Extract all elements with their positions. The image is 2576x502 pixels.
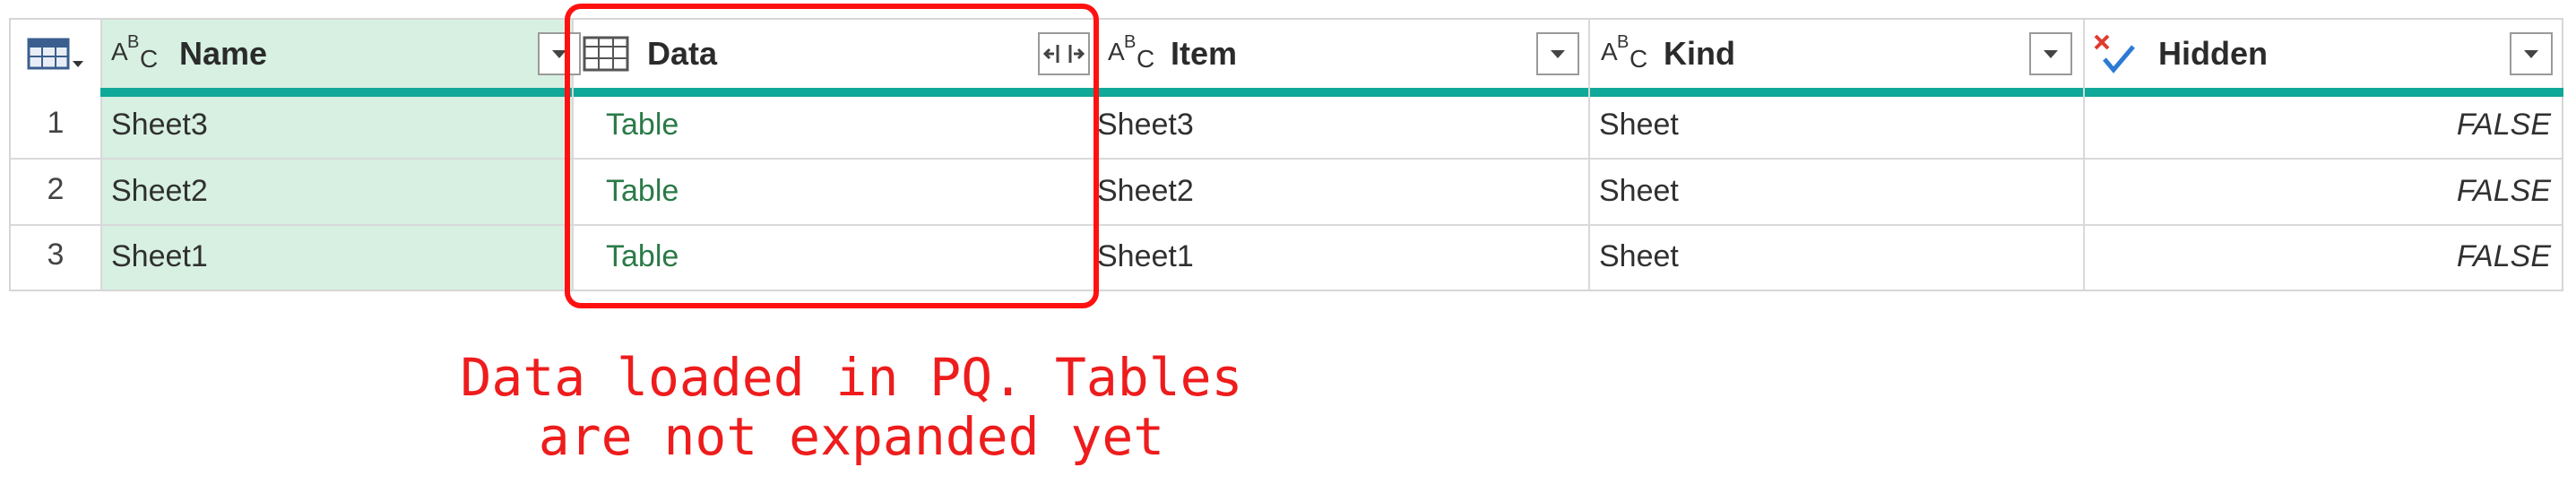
column-header-label: Name <box>179 35 268 72</box>
table-menu-button[interactable] <box>23 34 91 74</box>
column-header-item[interactable]: A B C Item <box>1099 20 1588 88</box>
column-quality-bar-item <box>1099 88 1588 97</box>
row-number: 2 <box>47 172 65 206</box>
abc-text-icon: A B C <box>111 32 159 73</box>
hidden-cell[interactable]: FALSE <box>2085 108 2551 143</box>
row-number: 3 <box>47 238 65 272</box>
column-header-label: Hidden <box>2158 35 2268 72</box>
true-false-icon <box>2094 34 2135 74</box>
item-cell[interactable]: Sheet2 <box>1097 174 1194 209</box>
column-filter-dropdown-hidden[interactable] <box>2510 32 2553 75</box>
kind-cell[interactable]: Sheet <box>1599 239 1679 274</box>
column-header-label: Kind <box>1664 35 1735 72</box>
item-cell[interactable]: Sheet3 <box>1097 108 1194 143</box>
item-cell[interactable]: Sheet1 <box>1097 239 1194 274</box>
row-number: 1 <box>47 106 65 140</box>
chevron-down-icon <box>1551 50 1565 58</box>
chevron-down-icon <box>2524 50 2538 58</box>
column-quality-bar-hidden <box>2085 88 2563 97</box>
annotation-line-1: Data loaded in PQ. Tables <box>460 347 1243 408</box>
data-column-highlight-box <box>565 4 1099 308</box>
column-header-hidden[interactable]: Hidden <box>2085 20 2563 88</box>
annotation-line-2: are not expanded yet <box>538 406 1165 467</box>
column-quality-bar-kind <box>1590 88 2083 97</box>
abc-text-icon: A B C <box>1108 32 1155 73</box>
annotation-callout: Data loaded in PQ. Tables are not expand… <box>448 348 1255 466</box>
kind-cell[interactable]: Sheet <box>1599 108 1679 143</box>
column-header-label: Item <box>1171 35 1238 72</box>
column-filter-dropdown-item[interactable] <box>1536 32 1579 75</box>
table-menu-icon <box>27 38 83 70</box>
column-header-name[interactable]: A B C Name <box>100 20 581 88</box>
name-cell[interactable]: Sheet2 <box>111 174 208 209</box>
column-header-kind[interactable]: A B C Kind <box>1590 20 2083 88</box>
kind-cell[interactable]: Sheet <box>1599 174 1679 209</box>
name-cell[interactable]: Sheet3 <box>111 108 208 143</box>
abc-text-icon: A B C <box>1601 32 1648 73</box>
name-cell[interactable]: Sheet1 <box>111 239 208 274</box>
column-quality-bar-name <box>100 88 572 97</box>
column-filter-dropdown-kind[interactable] <box>2029 32 2072 75</box>
query-preview-grid: A B C Name Data A B C Item A B C Kind Hi… <box>9 18 2563 291</box>
hidden-cell[interactable]: FALSE <box>2085 174 2551 209</box>
chevron-down-icon <box>2044 50 2058 58</box>
hidden-cell[interactable]: FALSE <box>2085 239 2551 274</box>
